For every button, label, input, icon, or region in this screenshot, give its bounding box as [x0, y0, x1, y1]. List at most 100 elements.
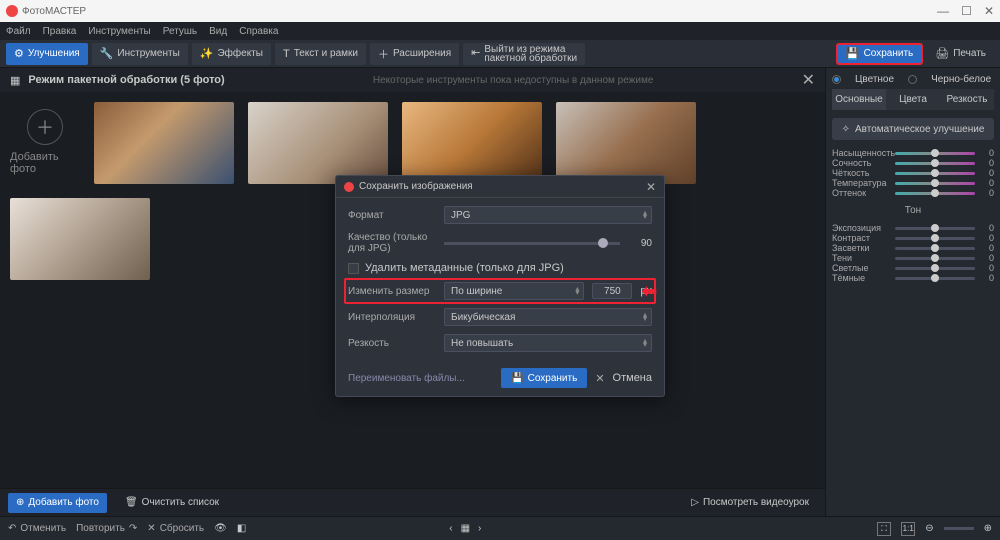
slider-track[interactable] — [895, 162, 975, 165]
quality-slider[interactable] — [444, 242, 620, 245]
close-icon[interactable]: ✕ — [984, 4, 994, 18]
slider-track[interactable] — [895, 192, 975, 195]
plus-circle-icon: ＋ — [27, 109, 63, 145]
slider-label: Экспозиция — [832, 223, 890, 233]
reset-button[interactable]: ✕ Сбросить — [147, 523, 204, 534]
zoom-slider[interactable] — [944, 527, 974, 530]
print-button[interactable]: 🖨Печать — [927, 43, 994, 65]
menu-help[interactable]: Справка — [239, 26, 278, 37]
footer-add-button[interactable]: ⊕Добавить фото — [8, 493, 107, 513]
tone-heading: Тон — [832, 202, 994, 219]
slider-value: 0 — [980, 273, 994, 283]
slider-label: Температура — [832, 178, 890, 188]
slider-value: 0 — [980, 158, 994, 168]
interp-select[interactable]: Бикубическая▴▾ — [444, 308, 652, 326]
batch-notice: Некоторые инструменты пока недоступны в … — [373, 75, 654, 86]
app-logo-icon — [344, 182, 354, 192]
slider-track[interactable] — [895, 267, 975, 270]
tab-colors[interactable]: Цвета — [886, 89, 940, 110]
quality-label: Качество (только для JPG) — [348, 232, 436, 254]
slider-track[interactable] — [895, 247, 975, 250]
zoom-in-icon[interactable]: ⊕ — [984, 523, 992, 534]
dialog-close-icon[interactable]: ✕ — [646, 180, 656, 194]
menu-view[interactable]: Вид — [209, 26, 227, 37]
menu-tools[interactable]: Инструменты — [88, 26, 150, 37]
print-icon: 🖨 — [935, 47, 949, 60]
resize-select[interactable]: По ширине▴▾ — [444, 282, 584, 300]
chevron-updown-icon: ▴▾ — [643, 339, 647, 347]
slider-track[interactable] — [895, 172, 975, 175]
batch-footer: ⊕Добавить фото 🗑Очистить список ▷Посмотр… — [0, 488, 825, 516]
sliders-icon: ⚙ — [14, 47, 24, 60]
thumbnail[interactable] — [10, 198, 150, 280]
tab-tools[interactable]: 🔧Инструменты — [92, 43, 188, 65]
text-icon: T — [283, 48, 290, 60]
footer-video-button[interactable]: ▷Посмотреть видеоурок — [683, 493, 817, 513]
dialog-cancel-button[interactable]: Отмена — [613, 372, 652, 384]
slider-track[interactable] — [895, 277, 975, 280]
dialog-cancel-x-icon[interactable]: ✕ — [595, 372, 604, 385]
dialog-title: Сохранить изображения — [359, 181, 473, 192]
slider-track[interactable] — [895, 257, 975, 260]
sharp-label: Резкость — [348, 338, 436, 349]
compare-icon[interactable]: ◧ — [237, 523, 246, 534]
thumbnail[interactable] — [248, 102, 388, 184]
menu-retouch[interactable]: Ретушь — [163, 26, 197, 37]
tab-sharpness[interactable]: Резкость — [940, 89, 994, 110]
slider-label: Засветки — [832, 243, 890, 253]
format-select[interactable]: JPG▴▾ — [444, 206, 652, 224]
next-icon[interactable]: › — [478, 523, 481, 534]
add-photo-tile[interactable]: ＋ Добавить фото — [10, 102, 80, 182]
dialog-save-button[interactable]: 💾Сохранить — [501, 368, 587, 388]
slider-label: Чёткость — [832, 168, 890, 178]
ratio-button[interactable]: 1:1 — [901, 522, 915, 536]
slider-value: 0 — [980, 263, 994, 273]
thumbnail[interactable] — [402, 102, 542, 184]
slider-value: 0 — [980, 243, 994, 253]
minimize-icon[interactable]: — — [937, 4, 949, 18]
tab-extensions[interactable]: ＋Расширения — [370, 43, 459, 65]
redo-button[interactable]: Повторить ↷ — [76, 523, 137, 534]
menu-edit[interactable]: Правка — [43, 26, 77, 37]
auto-enhance-button[interactable]: ✧Автоматическое улучшение — [832, 118, 994, 140]
slider-track[interactable] — [895, 152, 975, 155]
titlebar: ФотоМАСТЕР — ☐ ✕ — [0, 0, 1000, 22]
px-input[interactable]: 750 — [592, 283, 632, 299]
slider-track[interactable] — [895, 227, 975, 230]
exit-icon: ⇤ — [471, 49, 480, 58]
eye-icon[interactable]: 👁 — [214, 523, 227, 534]
slider-track[interactable] — [895, 237, 975, 240]
slider-track[interactable] — [895, 182, 975, 185]
metadata-checkbox[interactable] — [348, 263, 359, 274]
fit-icon[interactable]: ⛶ — [877, 522, 891, 536]
slider-row: Тени0 — [832, 253, 994, 263]
batch-exit-button[interactable]: ⇤Выйти из режима пакетной обработки — [463, 43, 585, 65]
menu-file[interactable]: Файл — [6, 26, 31, 37]
radio-color[interactable] — [832, 75, 841, 84]
undo-button[interactable]: ↶ Отменить — [8, 523, 66, 534]
sharp-select[interactable]: Не повышать▴▾ — [444, 334, 652, 352]
slider-row: Оттенок0 — [832, 188, 994, 198]
slider-label: Тёмные — [832, 273, 890, 283]
thumbnail[interactable] — [94, 102, 234, 184]
color-mode-switch: Цветное Черно-белое — [832, 74, 994, 85]
tab-text[interactable]: TТекст и рамки — [275, 43, 366, 65]
zoom-out-icon[interactable]: ⊖ — [925, 523, 933, 534]
folder-icon[interactable]: ▦ — [461, 523, 470, 534]
footer-clear-button[interactable]: 🗑Очистить список — [117, 493, 227, 513]
slider-value: 0 — [980, 168, 994, 178]
slider-label: Контраст — [832, 233, 890, 243]
menubar: Файл Правка Инструменты Ретушь Вид Справ… — [0, 22, 1000, 40]
slider-label: Сочность — [832, 158, 890, 168]
tab-main[interactable]: Основные — [832, 89, 886, 110]
tab-enhance[interactable]: ⚙Улучшения — [6, 43, 88, 65]
thumbnail[interactable] — [556, 102, 696, 184]
maximize-icon[interactable]: ☐ — [961, 4, 972, 18]
radio-bw[interactable] — [908, 75, 917, 84]
tab-effects[interactable]: ✨Эффекты — [192, 43, 271, 65]
slider-row: Чёткость 0 — [832, 168, 994, 178]
prev-icon[interactable]: ‹ — [449, 523, 452, 534]
batch-close-icon[interactable]: ✕ — [802, 70, 815, 90]
rename-link[interactable]: Переименовать файлы... — [348, 373, 465, 384]
save-button[interactable]: 💾Сохранить — [836, 43, 923, 65]
